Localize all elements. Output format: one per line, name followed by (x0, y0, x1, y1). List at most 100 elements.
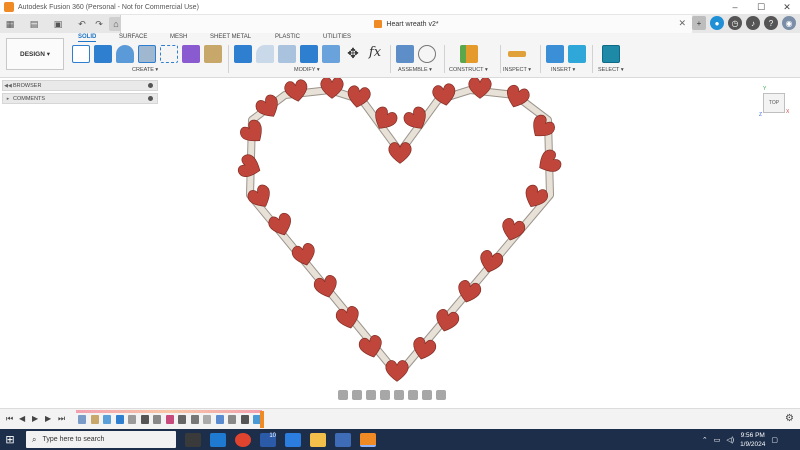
tab-mesh[interactable]: MESH (170, 34, 187, 40)
workspace-switcher[interactable]: DESIGN ▾ (6, 38, 64, 70)
timeline-next-icon[interactable]: ▶ (45, 414, 51, 423)
group-construct[interactable]: CONSTRUCT ▾ (449, 67, 488, 73)
select-icon[interactable] (602, 45, 620, 63)
chamfer-icon[interactable] (278, 45, 296, 63)
timeline-feature-icon[interactable] (115, 415, 124, 424)
design-canvas[interactable] (160, 78, 800, 408)
tab-surface[interactable]: SURFACE (119, 34, 147, 40)
app-icon[interactable] (335, 432, 351, 447)
plus-icon[interactable]: + (692, 16, 706, 30)
timeline-first-icon[interactable]: ⏮ (6, 414, 13, 424)
group-assemble[interactable]: ASSEMBLE ▾ (398, 67, 432, 73)
timeline-feature-icon[interactable] (240, 415, 249, 424)
timeline-feature-icon[interactable] (153, 415, 161, 424)
revolve-icon[interactable] (116, 45, 134, 63)
network-icon[interactable]: ▭ (714, 436, 721, 444)
browser-panel-header[interactable]: ◀◀ BROWSER (2, 80, 158, 91)
grid-settings-icon[interactable] (422, 390, 432, 400)
timeline-feature-icon[interactable] (90, 415, 99, 424)
group-create[interactable]: CREATE ▾ (132, 67, 158, 73)
timeline-feature-icon[interactable] (140, 415, 149, 424)
timeline-feature-icon[interactable] (228, 415, 236, 424)
zoom-icon[interactable] (380, 390, 390, 400)
offset-plane-icon[interactable] (460, 45, 478, 63)
viewports-icon[interactable] (436, 390, 446, 400)
user-avatar[interactable]: ◉ (782, 16, 796, 30)
timeline-last-icon[interactable]: ⏭ (58, 414, 65, 424)
insert-canvas-icon[interactable] (568, 45, 586, 63)
timeline-feature-icon[interactable] (190, 415, 199, 424)
press-pull-icon[interactable] (234, 45, 252, 63)
group-select[interactable]: SELECT ▾ (598, 67, 624, 73)
chrome-app-icon[interactable] (235, 432, 251, 447)
timeline-feature-icon[interactable] (103, 415, 111, 424)
tab-sheet-metal[interactable]: SHEET METAL (210, 34, 251, 40)
bell-icon[interactable]: ♪ (746, 16, 760, 30)
combine-icon[interactable] (322, 45, 340, 63)
document-tab[interactable]: Heart wreath v2* ✕ (120, 15, 692, 33)
pan-icon[interactable] (366, 390, 376, 400)
timeline-feature-icon[interactable] (203, 415, 211, 424)
group-inspect[interactable]: INSPECT ▾ (503, 67, 531, 73)
close-tab-icon[interactable]: ✕ (678, 18, 686, 29)
extensions-icon[interactable]: ● (710, 16, 724, 30)
maximize-button[interactable]: ☐ (748, 0, 774, 15)
tab-utilities[interactable]: UTILITIES (323, 34, 351, 40)
tab-solid[interactable]: SOLID (78, 34, 97, 42)
create-sketch-icon[interactable] (72, 45, 90, 63)
orbit-icon[interactable] (338, 390, 348, 400)
mail-app-icon[interactable] (210, 432, 226, 447)
undo-icon[interactable]: ↶ (75, 17, 89, 31)
taskbar-clock[interactable]: 9:56 PM 1/9/2024 (740, 431, 765, 449)
task-view-icon[interactable] (185, 432, 201, 447)
pin-icon[interactable] (148, 96, 153, 101)
fit-icon[interactable] (394, 390, 404, 400)
pin-icon[interactable] (148, 83, 153, 88)
save-icon[interactable]: ▣ (51, 17, 65, 31)
windows-start-icon[interactable]: ⊞ (0, 429, 20, 450)
timeline-play-icon[interactable]: ▶ (32, 414, 38, 423)
timeline-feature-icon[interactable] (128, 415, 136, 424)
insert-derive-icon[interactable] (546, 45, 564, 63)
shell-icon[interactable] (300, 45, 318, 63)
new-component-icon[interactable] (396, 45, 414, 63)
group-modify[interactable]: MODIFY ▾ (294, 67, 320, 73)
hole-icon[interactable] (138, 45, 156, 63)
timeline-feature-icon[interactable] (165, 415, 174, 424)
volume-icon[interactable]: ◁) (726, 436, 734, 444)
move-copy-icon[interactable]: ✥ (344, 45, 362, 63)
timeline-prev-icon[interactable]: ◀ (19, 414, 25, 423)
grid-icon[interactable]: ▦ (3, 17, 17, 31)
create-form-icon[interactable] (182, 45, 200, 63)
minimize-button[interactable]: – (722, 0, 748, 15)
group-insert[interactable]: INSERT ▾ (551, 67, 575, 73)
display-settings-icon[interactable] (408, 390, 418, 400)
job-status-icon[interactable]: ◷ (728, 16, 742, 30)
pattern-icon[interactable] (160, 45, 178, 63)
file-explorer-icon[interactable] (310, 432, 326, 447)
timeline-marker[interactable] (260, 411, 264, 428)
derive-icon[interactable] (204, 45, 222, 63)
timeline-feature-icon[interactable] (215, 415, 224, 424)
help-icon[interactable]: ? (764, 16, 778, 30)
expand-arrow-icon[interactable]: ▸ (3, 96, 13, 102)
fusion-taskbar-icon[interactable] (360, 432, 376, 447)
file-icon[interactable]: ▤ (27, 17, 41, 31)
calendar-app-icon[interactable]: 10 (260, 432, 276, 447)
timeline-settings-icon[interactable]: ⚙ (785, 413, 794, 424)
close-window-button[interactable]: ✕ (774, 0, 800, 15)
redo-icon[interactable]: ↷ (92, 17, 106, 31)
cortana-app-icon[interactable] (285, 432, 301, 447)
collapse-arrow-icon[interactable]: ◀◀ (3, 83, 13, 89)
timeline-feature-icon[interactable] (178, 415, 186, 424)
tab-plastic[interactable]: PLASTIC (275, 34, 300, 40)
joint-icon[interactable] (418, 45, 436, 63)
look-at-icon[interactable] (352, 390, 362, 400)
comments-panel-header[interactable]: ▸ COMMENTS (2, 93, 158, 104)
measure-icon[interactable] (508, 51, 526, 57)
notifications-icon[interactable]: ▢ (771, 436, 778, 444)
timeline-feature-icon[interactable] (78, 415, 86, 424)
parameters-icon[interactable]: fx (366, 45, 384, 63)
taskbar-search[interactable]: ⌕ Type here to search (26, 431, 176, 448)
chevron-up-icon[interactable]: ⌃ (702, 436, 708, 444)
